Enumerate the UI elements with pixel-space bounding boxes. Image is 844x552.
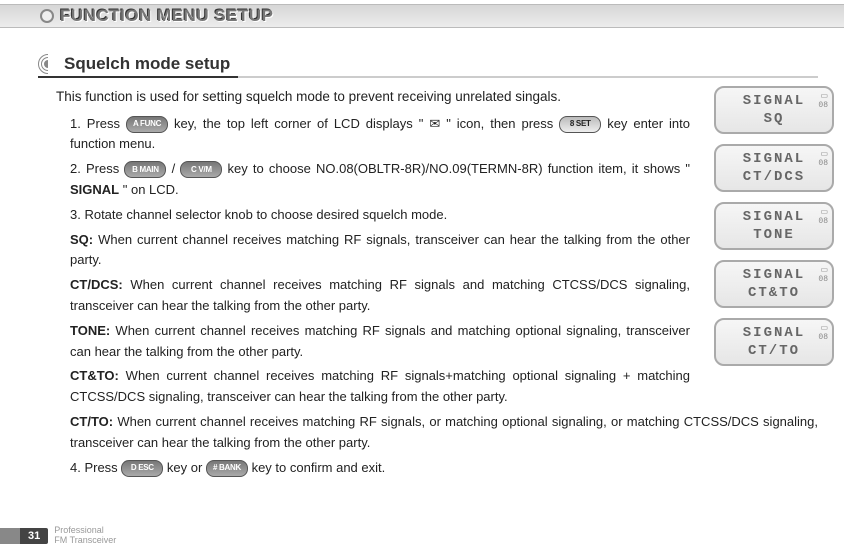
cvm-key-icon: C V/M [180,161,222,178]
lcd-menu-number: 08 [818,150,828,168]
step-3: 3. Rotate channel selector knob to choos… [56,205,690,226]
footer-tag-2: FM Transceiver [54,536,116,546]
title-bar: FUNCTION MENU SETUP [0,4,844,28]
page-number-tab: 31 [0,528,48,544]
intro-text: This function is used for setting squelc… [56,86,818,108]
hashbank-key-icon: # BANK [206,460,248,477]
lcd-preview: 08 SIGNAL CT/TO [714,318,834,366]
mode-ct-or-to: CT/TO: When current channel receives mat… [56,412,818,454]
mode-ctdcs: CT/DCS: When current channel receives ma… [56,275,690,317]
squelch-wave-icon [38,54,58,74]
bmain-key-icon: B MAIN [124,161,166,178]
envelope-icon: ✉ [429,116,440,131]
page-title: FUNCTION MENU SETUP [60,5,274,27]
lcd-menu-number: 08 [818,266,828,284]
lcd-menu-number: 08 [818,324,828,342]
mode-sq: SQ: When current channel receives matchi… [56,230,690,272]
signal-label: SIGNAL [70,182,119,197]
step-4: 4. Press D ESC key or # BANK key to conf… [56,458,818,479]
step-1: 1. Press A FUNC key, the top left corner… [56,114,690,156]
mode-ctto: CT&TO: When current channel receives mat… [56,366,690,408]
lcd-menu-number: 08 [818,208,828,226]
title-dot-icon [40,9,54,23]
section-underline [38,76,818,78]
lcd-menu-number: 08 [818,92,828,110]
lcd-preview: 08 SIGNAL SQ [714,86,834,134]
lcd-preview: 08 SIGNAL TONE [714,202,834,250]
desc-key-icon: D ESC [121,460,163,477]
page-footer: 31 Professional FM Transceiver [0,526,116,546]
section-title: Squelch mode setup [64,54,230,74]
lcd-previews: 08 SIGNAL SQ 08 SIGNAL CT/DCS 08 SIGNAL … [714,86,834,366]
lcd-preview: 08 SIGNAL CT/DCS [714,144,834,192]
step-2: 2. Press B MAIN / C V/M key to choose NO… [56,159,690,201]
mode-tone: TONE: When current channel receives matc… [56,321,690,363]
func-key-icon: A FUNC [126,116,168,133]
8set-key-icon: 8 SET [559,116,601,133]
section-heading: Squelch mode setup [38,54,844,74]
lcd-preview: 08 SIGNAL CT&TO [714,260,834,308]
